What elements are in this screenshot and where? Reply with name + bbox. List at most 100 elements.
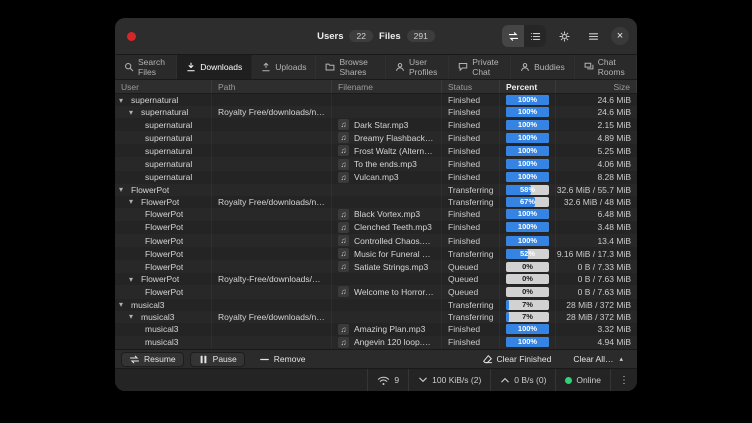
- download-speed-button[interactable]: 100 KiB/s (2): [408, 369, 490, 391]
- status-cell: Finished: [442, 221, 500, 234]
- tab-chat-rooms[interactable]: Chat Rooms: [575, 55, 637, 79]
- filename-cell: ♫Angevin 120 loop.mp3: [332, 336, 442, 349]
- progress-label: 0%: [506, 262, 549, 272]
- connections-toggle-button[interactable]: [502, 25, 524, 47]
- tab-buddies[interactable]: Buddies: [511, 55, 575, 79]
- status-cell: Transferring: [442, 196, 500, 208]
- table-row[interactable]: supernatural♫Vulcan.mp3Finished100%8.28 …: [115, 171, 637, 184]
- progress-label: 100%: [506, 222, 549, 232]
- header-actions: ×: [502, 25, 629, 47]
- audio-file-icon: ♫: [338, 324, 349, 335]
- table-row[interactable]: ▾supernaturalRoyalty Free/downloads/nico…: [115, 106, 637, 118]
- column-header-size[interactable]: Size: [556, 80, 637, 93]
- table-row[interactable]: ▾musical3Royalty Free/downloads/nicotiTr…: [115, 311, 637, 323]
- path-cell: [212, 131, 332, 144]
- user-name: supernatural: [145, 120, 192, 130]
- filename-cell: [332, 273, 442, 285]
- filename-text: Black Vortex.mp3: [354, 209, 420, 219]
- table-row[interactable]: supernatural♫Dreamy Flashback.mp3Finishe…: [115, 131, 637, 144]
- headerbar: Users 22 Files 291: [115, 18, 637, 55]
- expander-icon[interactable]: ▾: [129, 197, 141, 206]
- user-name: supernatural: [145, 133, 192, 143]
- online-status-button[interactable]: Online: [555, 369, 610, 391]
- user-name: FlowerPot: [131, 185, 169, 195]
- table-row[interactable]: ▾FlowerPot Royalty Free/downloads/nicoti T…: [115, 196, 637, 208]
- tab-downloads[interactable]: Downloads: [177, 55, 252, 79]
- resume-button[interactable]: Resume: [121, 352, 184, 367]
- table-row[interactable]: FlowerPot♫Controlled Chaos.mp3Finished10…: [115, 234, 637, 247]
- progress-bar: 67%: [506, 197, 549, 207]
- progress-label: 100%: [506, 159, 549, 169]
- table-row[interactable]: musical3♫Amazing Plan.mp3Finished100%3.3…: [115, 323, 637, 336]
- files-count-badge: 291: [407, 30, 435, 42]
- column-header-user[interactable]: User: [115, 80, 212, 93]
- path-text: Royalty Free/downloads/nicoti: [218, 197, 325, 207]
- preferences-button[interactable]: [553, 25, 575, 47]
- size-cell: 3.48 MiB: [556, 221, 637, 234]
- user-cell: supernatural: [115, 157, 212, 170]
- tab-private-chat[interactable]: Private Chat: [449, 55, 511, 79]
- tab-search-files[interactable]: Search Files: [115, 55, 177, 79]
- tab-label: Buddies: [534, 62, 565, 72]
- tab-label: Downloads: [200, 62, 242, 72]
- network-status-button[interactable]: 9: [367, 369, 408, 391]
- user-cell: FlowerPot: [115, 208, 212, 221]
- table-row[interactable]: musical3♫Angevin 120 loop.mp3Finished100…: [115, 336, 637, 349]
- table-row[interactable]: FlowerPot♫Music for Funeral Home - Part……: [115, 247, 637, 260]
- expander-icon[interactable]: ▾: [129, 275, 141, 284]
- table-row[interactable]: FlowerPot♫Satiate Strings.mp3Queued0%0 B…: [115, 260, 637, 273]
- connect-arrows-icon: [508, 31, 519, 42]
- upload-speed-button[interactable]: 0 B/s (0): [490, 369, 555, 391]
- column-header-percent[interactable]: Percent: [500, 80, 556, 93]
- table-row[interactable]: ▾supernaturalFinished100%24.6 MiB: [115, 94, 637, 106]
- percent-cell: 58%: [500, 184, 556, 196]
- table-row[interactable]: supernatural♫Frost Waltz (Alternate).mp3…: [115, 144, 637, 157]
- pause-button[interactable]: Pause: [190, 352, 245, 367]
- main-menu-button[interactable]: [582, 25, 604, 47]
- tab-browse-shares[interactable]: Browse Shares: [316, 55, 386, 79]
- column-header-filename[interactable]: Filename: [332, 80, 442, 93]
- user-cell: ▾FlowerPot: [115, 196, 212, 208]
- expander-icon[interactable]: ▾: [119, 300, 131, 309]
- table-row[interactable]: supernatural♫To the ends.mp3Finished100%…: [115, 157, 637, 170]
- expander-icon[interactable]: ▾: [129, 108, 141, 117]
- statusbar-menu-button[interactable]: ⋮: [610, 369, 637, 391]
- expander-icon[interactable]: ▾: [119, 185, 131, 194]
- progress-label: 100%: [506, 107, 549, 117]
- user-cell: FlowerPot: [115, 285, 212, 298]
- percent-cell: 100%: [500, 323, 556, 336]
- expander-icon[interactable]: ▾: [119, 96, 131, 105]
- column-header-path[interactable]: Path: [212, 80, 332, 93]
- audio-file-icon: ♫: [338, 261, 349, 272]
- column-header-status[interactable]: Status: [442, 80, 500, 93]
- tab-uploads[interactable]: Uploads: [252, 55, 316, 79]
- user-cell: musical3: [115, 323, 212, 336]
- user-cell: supernatural: [115, 131, 212, 144]
- table-row[interactable]: supernatural♫Dark Star.mp3Finished100%2.…: [115, 118, 637, 131]
- transfer-list-toggle-button[interactable]: [524, 25, 546, 47]
- pause-label: Pause: [213, 354, 237, 364]
- user-name: FlowerPot: [145, 222, 183, 232]
- user-cell: FlowerPot: [115, 221, 212, 234]
- path-cell: [212, 323, 332, 336]
- close-button[interactable]: ×: [611, 27, 629, 45]
- table-row[interactable]: ▾FlowerPotTransferring58%32.6 MiB / 55.7…: [115, 184, 637, 196]
- table-row[interactable]: ▾FlowerPotRoyalty-Free/downloads/nicotiQ…: [115, 273, 637, 285]
- files-label: Files: [379, 31, 401, 42]
- size-cell: 24.6 MiB: [556, 94, 637, 106]
- table-row[interactable]: FlowerPot♫Black Vortex.mp3Finished100%6.…: [115, 208, 637, 221]
- status-cell: Finished: [442, 106, 500, 118]
- remove-button[interactable]: Remove: [251, 352, 314, 367]
- clear-all-menu-button[interactable]: Clear All… ▴: [565, 352, 631, 367]
- remove-label: Remove: [274, 354, 306, 364]
- chat-bubble-icon: [458, 62, 468, 72]
- table-row[interactable]: FlowerPot♫Clenched Teeth.mp3Finished100%…: [115, 221, 637, 234]
- tab-label: Private Chat: [472, 57, 501, 77]
- audio-file-icon: ♫: [338, 209, 349, 220]
- tab-user-profiles[interactable]: User Profiles: [386, 55, 449, 79]
- folder-shares-icon: [325, 62, 335, 72]
- expander-icon[interactable]: ▾: [129, 312, 141, 321]
- table-row[interactable]: ▾musical3Transferring7%28 MiB / 372 MiB: [115, 299, 637, 311]
- table-row[interactable]: FlowerPot♫Welcome to HorrorLand - hi.mp3…: [115, 285, 637, 298]
- clear-finished-button[interactable]: Clear Finished: [474, 352, 560, 367]
